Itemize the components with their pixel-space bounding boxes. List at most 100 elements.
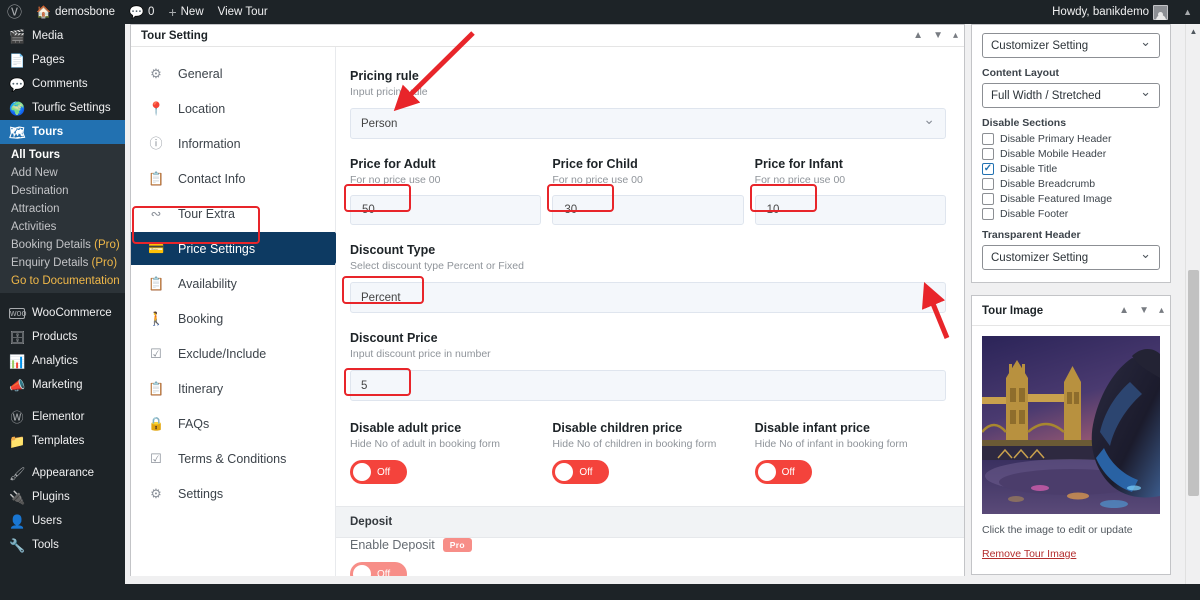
checkbox-icon xyxy=(982,208,994,220)
tab-general[interactable]: ⚙ General xyxy=(131,57,335,90)
menu-label: Tours xyxy=(32,126,64,138)
menu-item-tours[interactable]: 🗺 Tours xyxy=(0,120,125,144)
comments-bubble[interactable]: 💬 0 xyxy=(122,0,161,24)
menu-item-analytics[interactable]: 📊 Analytics xyxy=(0,349,125,373)
tab-contact-info[interactable]: 📋 Contact Info xyxy=(131,162,335,195)
enable-deposit-toggle[interactable]: Off xyxy=(350,562,407,576)
checkbox-disable-breadcrumb[interactable]: Disable Breadcrumb xyxy=(982,178,1160,190)
tours-submenu: All Tours Add New Destination Attraction… xyxy=(0,144,125,293)
tab-label: Booking xyxy=(178,311,224,326)
disable-children-toggle[interactable]: Off xyxy=(552,460,610,484)
price-adult-desc: For no price use 00 xyxy=(350,174,441,186)
checkbox-checked-icon xyxy=(982,163,994,175)
tour-image-thumbnail[interactable] xyxy=(982,336,1160,514)
discount-type-label: Discount Type xyxy=(350,243,436,257)
checkbox-label: Disable Breadcrumb xyxy=(1000,178,1096,190)
price-infant-input[interactable]: 10 xyxy=(754,195,946,225)
toggle-knob xyxy=(353,565,371,576)
toggle-knob xyxy=(353,463,371,481)
sidebar-layout-select[interactable]: Customizer Setting xyxy=(982,33,1160,58)
site-name-menu[interactable]: 🏠 demosbone xyxy=(29,0,122,24)
tab-location[interactable]: 📍 Location xyxy=(131,92,335,125)
pricing-rule-select[interactable]: Person xyxy=(350,108,946,139)
price-child-input[interactable]: 30 xyxy=(552,195,744,225)
move-down-icon[interactable]: ▼ xyxy=(933,30,943,41)
my-account-menu[interactable]: Howdy, banikdemo xyxy=(1045,0,1175,24)
move-down-icon[interactable]: ▼ xyxy=(1139,305,1149,316)
tab-label: Contact Info xyxy=(178,171,246,186)
content-layout-select[interactable]: Full Width / Stretched xyxy=(982,83,1160,108)
view-tour-link[interactable]: View Tour xyxy=(211,0,275,24)
products-icon: 🗄 xyxy=(9,329,26,345)
tab-information[interactable]: ⓘ Information xyxy=(131,127,335,160)
menu-item-comments[interactable]: 💬 Comments xyxy=(0,72,125,96)
tab-availability[interactable]: 📋 Availability xyxy=(131,267,335,300)
tab-itinerary[interactable]: 📋 Itinerary xyxy=(131,372,335,405)
tab-exclude-include[interactable]: ☑ Exclude/Include xyxy=(131,337,335,370)
price-inputs-row: Price for Adult For no price use 00 50 P… xyxy=(350,157,946,225)
page-scrollbar-track[interactable]: ▲ ▼ xyxy=(1185,24,1200,600)
howdy-label: Howdy, banikdemo xyxy=(1052,6,1150,18)
move-up-icon[interactable]: ▲ xyxy=(913,30,923,41)
new-content-menu[interactable]: + New xyxy=(161,0,210,24)
checkbox-disable-primary-header[interactable]: Disable Primary Header xyxy=(982,133,1160,145)
tab-label: Itinerary xyxy=(178,381,224,396)
remove-tour-image-link[interactable]: Remove Tour Image xyxy=(982,548,1076,560)
menu-item-marketing[interactable]: 📣 Marketing xyxy=(0,373,125,397)
transparent-header-select[interactable]: Customizer Setting xyxy=(982,245,1160,270)
sidebar-item-documentation[interactable]: Go to Documentation xyxy=(0,272,125,290)
sidebar-item-booking-details[interactable]: Booking Details (Pro) xyxy=(0,236,125,254)
menu-item-media[interactable]: 🎬 Media xyxy=(0,24,125,48)
sidebar-item-all-tours[interactable]: All Tours xyxy=(0,146,125,164)
tab-tour-extra[interactable]: ∾ Tour Extra xyxy=(131,197,335,230)
menu-item-appearance[interactable]: 🖌 Appearance xyxy=(0,461,125,485)
tab-faqs[interactable]: 🔒 FAQs xyxy=(131,407,335,440)
price-child-label: Price for Child xyxy=(552,157,638,171)
discount-price-value: 5 xyxy=(361,379,368,392)
move-up-icon[interactable]: ▲ xyxy=(1119,305,1129,316)
menu-item-elementor[interactable]: Ⓦ Elementor xyxy=(0,405,125,429)
sidebar-item-add-new[interactable]: Add New xyxy=(0,164,125,182)
disable-children-state: Off xyxy=(579,466,593,478)
checkbox-disable-mobile-header[interactable]: Disable Mobile Header xyxy=(982,148,1160,160)
menu-item-pages[interactable]: 📄 Pages xyxy=(0,48,125,72)
checkbox-disable-footer[interactable]: Disable Footer xyxy=(982,208,1160,220)
menu-label: Marketing xyxy=(32,379,83,391)
menu-item-plugins[interactable]: 🔌 Plugins xyxy=(0,485,125,509)
tab-price-settings[interactable]: 💳 Price Settings xyxy=(131,232,345,265)
admin-bar-collapse-icon[interactable]: ▲ xyxy=(1175,7,1200,17)
price-adult-input[interactable]: 50 xyxy=(350,195,542,225)
share-nodes-icon: ∾ xyxy=(150,206,162,221)
menu-item-woocommerce[interactable]: woo WooCommerce xyxy=(0,301,125,325)
menu-item-products[interactable]: 🗄 Products xyxy=(0,325,125,349)
disable-infant-label: Disable infant price xyxy=(754,421,870,435)
menu-label: Tourfic Settings xyxy=(32,102,111,114)
checkbox-disable-title[interactable]: Disable Title xyxy=(982,163,1160,175)
menu-item-templates[interactable]: 📁 Templates xyxy=(0,429,125,453)
discount-price-input[interactable]: 5 xyxy=(350,370,946,401)
tab-label: Exclude/Include xyxy=(178,346,267,361)
sidebar-item-activities[interactable]: Activities xyxy=(0,218,125,236)
tab-booking[interactable]: 🚶 Booking xyxy=(131,302,335,335)
wp-logo-menu[interactable]: Ⓥ xyxy=(0,0,29,24)
menu-item-tools[interactable]: 🔧 Tools xyxy=(0,533,125,557)
info-icon: ⓘ xyxy=(149,136,163,151)
toggle-panel-icon[interactable]: ▴ xyxy=(1159,305,1164,316)
sidebar-item-destination[interactable]: Destination xyxy=(0,182,125,200)
menu-item-tourfic-settings[interactable]: 🌍 Tourfic Settings xyxy=(0,96,125,120)
page-scrollbar-thumb[interactable] xyxy=(1188,270,1199,496)
checkbox-disable-featured-image[interactable]: Disable Featured Image xyxy=(982,193,1160,205)
tab-terms-conditions[interactable]: ☑ Terms & Conditions xyxy=(131,442,335,475)
scroll-up-arrow-icon[interactable]: ▲ xyxy=(1186,27,1200,36)
discount-type-select[interactable]: Percent xyxy=(350,282,946,313)
disable-adult-toggle[interactable]: Off xyxy=(350,460,407,484)
sidebar-item-enquiry-details[interactable]: Enquiry Details (Pro) xyxy=(0,254,125,272)
tab-settings[interactable]: ⚙ Settings xyxy=(131,477,335,510)
sidebar-item-attraction[interactable]: Attraction xyxy=(0,200,125,218)
gear-icon: ⚙ xyxy=(150,66,162,81)
price-infant-field: Price for Infant For no price use 00 10 xyxy=(754,157,946,225)
disable-infant-toggle[interactable]: Off xyxy=(754,460,812,484)
menu-item-users[interactable]: 👤 Users xyxy=(0,509,125,533)
enable-deposit-label: Enable Deposit xyxy=(350,538,435,552)
toggle-panel-icon[interactable]: ▴ xyxy=(953,30,958,41)
